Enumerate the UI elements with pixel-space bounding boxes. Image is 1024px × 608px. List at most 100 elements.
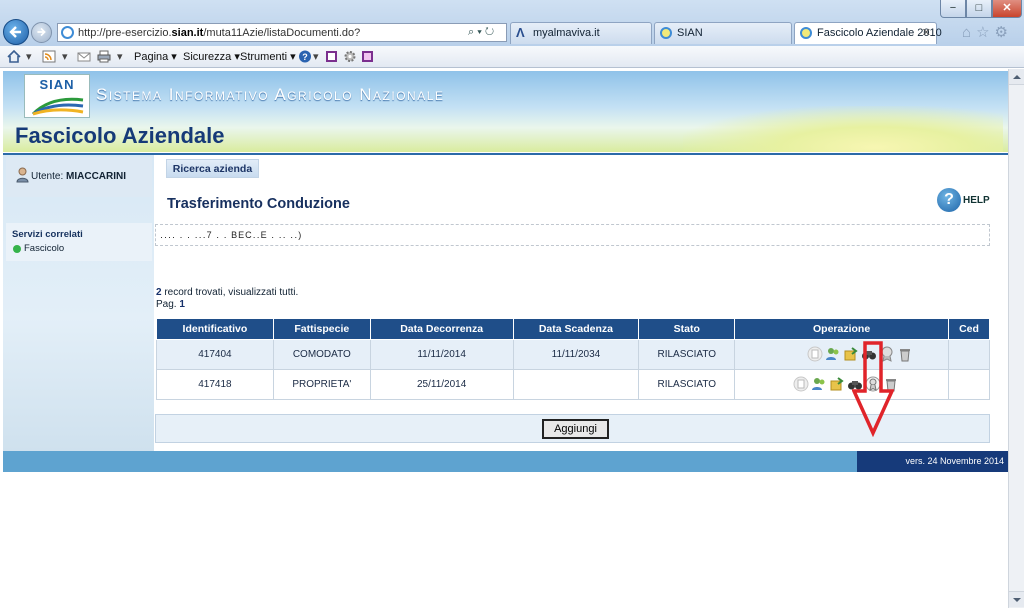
scroll-up-arrow-icon[interactable] [1009, 69, 1024, 85]
menu-pagina[interactable]: Pagina ▾ [134, 50, 177, 63]
column-header-operazione: Operazione [734, 319, 949, 340]
users-icon[interactable] [811, 376, 827, 392]
cell-stato: RILASCIATO [638, 338, 736, 370]
tab-label: SIAN [677, 27, 703, 39]
user-label: Utente: MIACCARINI [31, 171, 127, 182]
tab-label: myalmaviva.it [533, 27, 600, 39]
print-dropdown-chevron-icon[interactable]: ▾ [117, 50, 123, 63]
onenote-send-icon[interactable] [361, 50, 375, 63]
column-header-data-decorrenza[interactable]: Data Decorrenza [369, 319, 514, 340]
cell-ced [948, 368, 990, 400]
web-page: SIAN Sistema Informativo Agricolo Nazion… [3, 69, 1008, 472]
help-label: HELP [963, 195, 990, 206]
favorites-star-icon[interactable]: ☆ [976, 24, 994, 41]
user-info: Utente: MIACCARINI [6, 157, 152, 197]
cell-data-scadenza [512, 368, 640, 400]
user-name: MIACCARINI [66, 171, 127, 182]
menu-strumenti[interactable]: Strumenti ▾ [240, 50, 296, 63]
users-icon[interactable] [825, 346, 841, 362]
section-title: Trasferimento Conduzione [167, 196, 350, 212]
onenote-icon[interactable] [325, 50, 339, 63]
column-header-identificativo[interactable]: Identificativo [156, 319, 274, 340]
gear-icon[interactable]: ⚙ [995, 24, 1013, 41]
read-mail-icon[interactable] [77, 50, 91, 63]
red-down-arrow-annotation [852, 341, 894, 437]
cell-data-decorrenza: 11/11/2014 [369, 338, 514, 370]
tab-sian[interactable]: SIAN [654, 22, 792, 44]
sidebar: Utente: MIACCARINI Servizi correlati Fas… [3, 155, 154, 451]
close-tab-icon[interactable]: ✕ [922, 23, 931, 43]
related-services-title: Servizi correlati [12, 229, 83, 240]
close-window-button[interactable]: ✕ [992, 0, 1022, 18]
page-indicator: Pag. 1 [156, 299, 185, 310]
ie-icon [660, 27, 672, 39]
browser-title-bar: − □ ✕ http://pre-esercizio.sian.it/muta1… [0, 0, 1024, 46]
help-dropdown-chevron-icon[interactable]: ▾ [313, 50, 319, 63]
svg-text:?: ? [302, 52, 308, 62]
minimize-button[interactable]: − [940, 0, 966, 18]
record-count: 2 record trovati, visualizzati tutti. [156, 287, 299, 298]
cell-identificativo: 417404 [156, 338, 274, 370]
help-button[interactable]: ? HELP [937, 188, 997, 212]
help-icon: ? [937, 188, 961, 212]
command-bar: ▾ ▾ ▾ Pagina ▾ Sicurezza ▾ Strumenti ▾ ?… [0, 46, 1024, 68]
cell-operazione [734, 368, 949, 400]
cell-data-decorrenza: 25/11/2014 [369, 368, 514, 400]
aggiungi-button[interactable]: Aggiungi [542, 419, 609, 439]
home-dropdown-chevron-icon[interactable]: ▾ [26, 50, 32, 63]
cell-fattispecie: COMODATO [272, 338, 371, 370]
tab-ricerca-azienda[interactable]: Ricerca azienda [166, 159, 259, 178]
cell-operazione [734, 338, 949, 370]
cell-stato: RILASCIATO [638, 368, 736, 400]
address-url[interactable]: http://pre-esercizio.sian.it/muta11Azie/… [78, 27, 360, 39]
user-avatar-icon [16, 167, 29, 183]
address-search-refresh-controls[interactable]: ⌕ ▾ ↻ [468, 26, 494, 39]
cell-data-scadenza: 11/11/2034 [512, 338, 640, 370]
address-bar[interactable]: http://pre-esercizio.sian.it/muta11Azie/… [57, 23, 507, 42]
settings-gear-icon[interactable] [343, 50, 357, 63]
home-icon[interactable] [7, 50, 21, 63]
feeds-dropdown-chevron-icon[interactable]: ▾ [62, 50, 68, 63]
column-header-fattispecie[interactable]: Fattispecie [272, 319, 371, 340]
page-title: Fascicolo Aziendale [15, 123, 225, 148]
green-bullet-icon [13, 245, 21, 253]
menu-sicurezza[interactable]: Sicurezza ▾ [183, 50, 240, 63]
forward-button[interactable] [31, 22, 52, 43]
cell-fattispecie: PROPRIETA' [272, 368, 371, 400]
company-info-box: ․․․․ ․ ․ ․․․7 ․ ․ BEC․․E ․ ․․ ․․) [155, 224, 990, 246]
tab-fascicolo-aziendale[interactable]: Fascicolo Aziendale 2010 ✕ [794, 22, 942, 44]
scroll-down-arrow-icon[interactable] [1009, 591, 1024, 607]
print-icon[interactable] [97, 50, 111, 63]
cell-identificativo: 417418 [156, 368, 274, 400]
document-view-icon[interactable] [807, 346, 823, 362]
page-footer: vers. 24 Novembre 2014 [3, 451, 1008, 472]
column-header-stato[interactable]: Stato [638, 319, 736, 340]
ie-page-icon [61, 26, 74, 39]
table-header-row: Identificativo Fattispecie Data Decorren… [156, 319, 990, 340]
column-header-data-scadenza[interactable]: Data Scadenza [512, 319, 640, 340]
logo-text: SIAN [39, 77, 75, 92]
site-header: SIAN Sistema Informativo Agricolo Nazion… [3, 71, 1008, 155]
rss-feed-icon[interactable] [42, 50, 56, 63]
maximize-button[interactable]: □ [966, 0, 992, 18]
document-view-icon[interactable] [793, 376, 809, 392]
help-icon[interactable]: ? [298, 50, 312, 63]
almaviva-icon: Λ [516, 25, 525, 40]
ie-icon [800, 27, 812, 39]
sian-logo[interactable]: SIAN [24, 74, 90, 118]
transfer-folder-icon[interactable] [829, 376, 845, 392]
cell-ced [948, 338, 990, 370]
home-icon[interactable]: ⌂ [962, 24, 976, 41]
browser-toolbar-icons: ⌂☆⚙ [962, 23, 1013, 41]
related-services: Servizi correlati Fascicolo [6, 223, 152, 261]
company-info-text: ․․․․ ․ ․ ․․․7 ․ ․ BEC․․E ․ ․․ ․․) [160, 230, 303, 240]
tab-myalmaviva[interactable]: Λ myalmaviva.it [510, 22, 652, 44]
trash-icon[interactable] [897, 346, 913, 362]
sidebar-item-fascicolo[interactable]: Fascicolo [24, 243, 64, 254]
back-arrow-icon [9, 26, 21, 38]
back-button[interactable] [3, 19, 29, 45]
vertical-scrollbar[interactable] [1008, 69, 1024, 608]
column-header-ced: Ced [948, 319, 990, 340]
site-banner-title: Sistema Informativo Agricolo Nazionale [96, 85, 445, 104]
forward-arrow-icon [37, 27, 46, 37]
